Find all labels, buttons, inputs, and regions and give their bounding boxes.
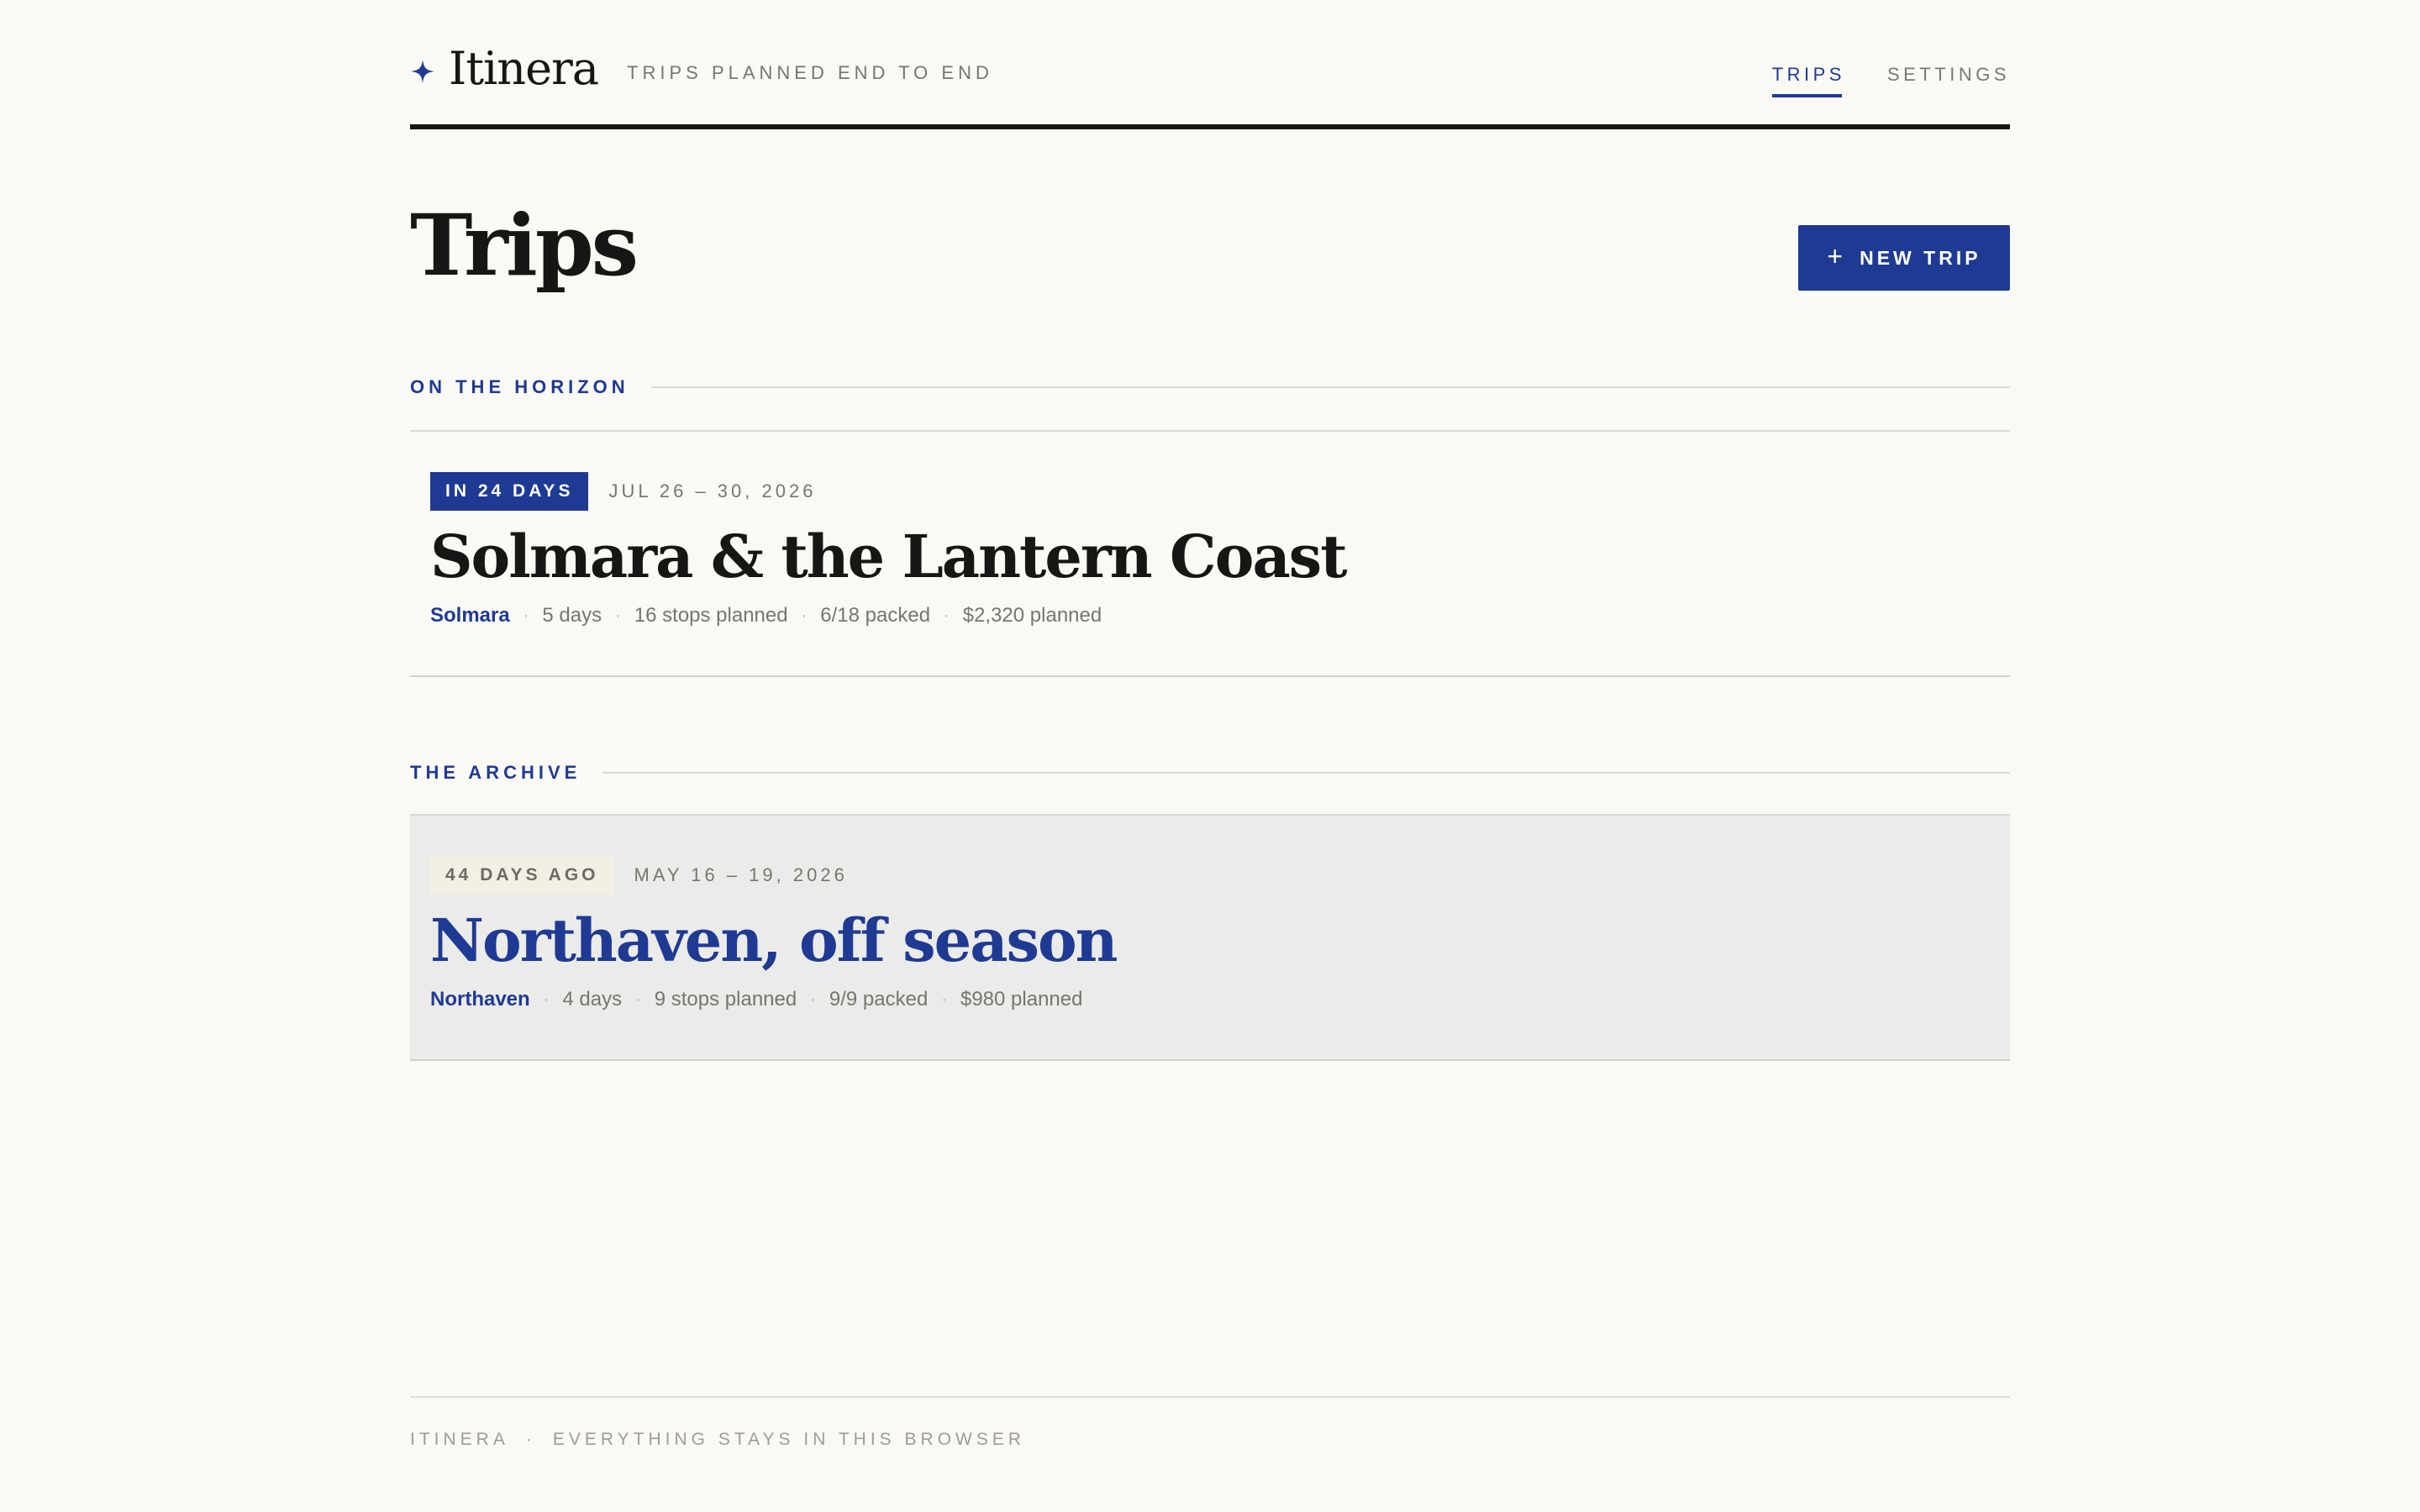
footer: ITINERA · EVERYTHING STAYS IN THIS BROWS… bbox=[410, 1396, 2010, 1450]
page-title: Trips bbox=[410, 196, 639, 295]
brand-name: Itinera bbox=[449, 42, 599, 95]
masthead: Itinera TRIPS PLANNED END TO END TRIPS S… bbox=[410, 0, 2010, 129]
separator: · bbox=[543, 990, 550, 1009]
trip-budget: $980 planned bbox=[960, 988, 1083, 1011]
trip-dates: JUL 26 – 30, 2026 bbox=[608, 480, 817, 501]
separator: · bbox=[615, 606, 621, 625]
trip-packed: 6/18 packed bbox=[820, 604, 931, 627]
divider bbox=[602, 772, 2010, 774]
trip-destination: Solmara bbox=[430, 604, 510, 627]
trip-dates: MAY 16 – 19, 2026 bbox=[634, 864, 848, 885]
trip-duration: 5 days bbox=[542, 604, 602, 627]
trip-name[interactable]: Northaven, off season bbox=[430, 900, 1118, 982]
trip-duration: 4 days bbox=[562, 988, 623, 1011]
separator: · bbox=[801, 606, 808, 625]
four-point-star-icon bbox=[411, 60, 434, 83]
trip-meta: IN 24 DAYS JUL 26 – 30, 2026 bbox=[430, 472, 816, 511]
separator: · bbox=[523, 606, 529, 625]
footer-brand: ITINERA bbox=[410, 1430, 509, 1449]
section-label: ON THE HORIZON bbox=[410, 376, 629, 397]
brand[interactable]: Itinera TRIPS PLANNED END TO END bbox=[410, 42, 993, 96]
section-heading-upcoming: ON THE HORIZON bbox=[410, 375, 2010, 400]
section-heading-archive: THE ARCHIVE bbox=[410, 760, 2010, 785]
nav-item-trips[interactable]: TRIPS bbox=[1771, 64, 1845, 97]
brand-tagline: TRIPS PLANNED END TO END bbox=[627, 62, 993, 83]
separator: · bbox=[635, 990, 641, 1009]
trip-stats: Northaven · 4 days · 9 stops planned · 9… bbox=[430, 985, 1082, 1014]
countdown-badge: 44 DAYS AGO bbox=[430, 856, 614, 895]
footer-note: EVERYTHING STAYS IN THIS BROWSER bbox=[552, 1430, 1026, 1449]
countdown-badge: IN 24 DAYS bbox=[430, 472, 589, 511]
trip-meta: 44 DAYS AGO MAY 16 – 19, 2026 bbox=[430, 856, 848, 895]
new-trip-label: NEW TRIP bbox=[1860, 246, 1981, 269]
nav-item-settings[interactable]: SETTINGS bbox=[1887, 64, 2010, 97]
trip-destination: Northaven bbox=[430, 988, 530, 1011]
divider bbox=[650, 386, 2010, 388]
trip-stats: Solmara · 5 days · 16 stops planned · 6/… bbox=[430, 601, 1102, 630]
separator: · bbox=[944, 606, 950, 625]
new-trip-button[interactable]: + NEW TRIP bbox=[1798, 225, 2010, 291]
trip-card-archive[interactable]: 44 DAYS AGO MAY 16 – 19, 2026 Northaven,… bbox=[410, 814, 2010, 1061]
separator: · bbox=[525, 1430, 536, 1449]
trip-card-upcoming[interactable]: IN 24 DAYS JUL 26 – 30, 2026 Solmara & t… bbox=[410, 430, 2010, 677]
trip-stops: 16 stops planned bbox=[634, 604, 788, 627]
separator: · bbox=[810, 990, 816, 1009]
section-label: THE ARCHIVE bbox=[410, 762, 581, 783]
trip-budget: $2,320 planned bbox=[962, 604, 1102, 627]
page-container: Itinera TRIPS PLANNED END TO END TRIPS S… bbox=[410, 0, 2010, 1512]
trip-packed: 9/9 packed bbox=[829, 988, 929, 1011]
trip-name[interactable]: Solmara & the Lantern Coast bbox=[430, 516, 1348, 598]
trip-stops: 9 stops planned bbox=[654, 988, 797, 1011]
separator: · bbox=[941, 990, 947, 1009]
plus-icon: + bbox=[1827, 241, 1847, 271]
main-nav: TRIPS SETTINGS bbox=[1771, 64, 2010, 97]
